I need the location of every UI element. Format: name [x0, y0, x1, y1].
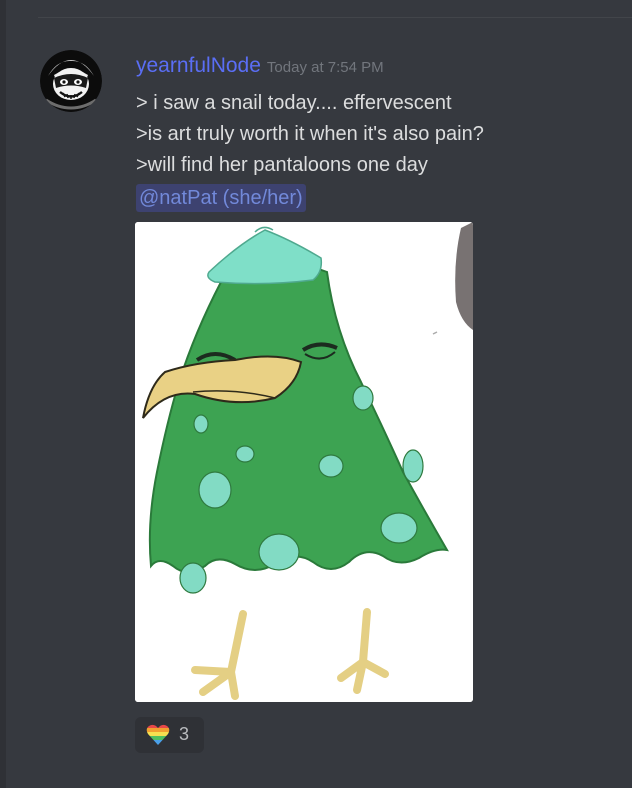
image-attachment[interactable] [135, 222, 473, 702]
rainbow-heart-icon [146, 724, 170, 745]
user-mention[interactable]: @natPat (she/her) [136, 184, 306, 212]
reaction-count: 3 [179, 724, 190, 744]
reaction-chip[interactable]: 3 [135, 717, 204, 753]
message-header: yearnfulNode Today at 7:54 PM [136, 54, 384, 78]
message-line: > i saw a snail today.... effervescent [136, 92, 452, 114]
masked-face-avatar-icon [40, 50, 102, 112]
bird-drawing-image [135, 222, 473, 702]
message-line: >is art truly worth it when it's also pa… [136, 123, 484, 145]
message-timestamp: Today at 7:54 PM [266, 59, 384, 76]
message-divider [38, 17, 632, 18]
message-username[interactable]: yearnfulNode [136, 54, 261, 77]
message-line: >will find her pantaloons one day [136, 154, 428, 176]
channel-edge-strip [0, 0, 6, 788]
user-avatar[interactable] [40, 50, 102, 112]
message-content: > i saw a snail today.... effervescent >… [136, 88, 484, 214]
